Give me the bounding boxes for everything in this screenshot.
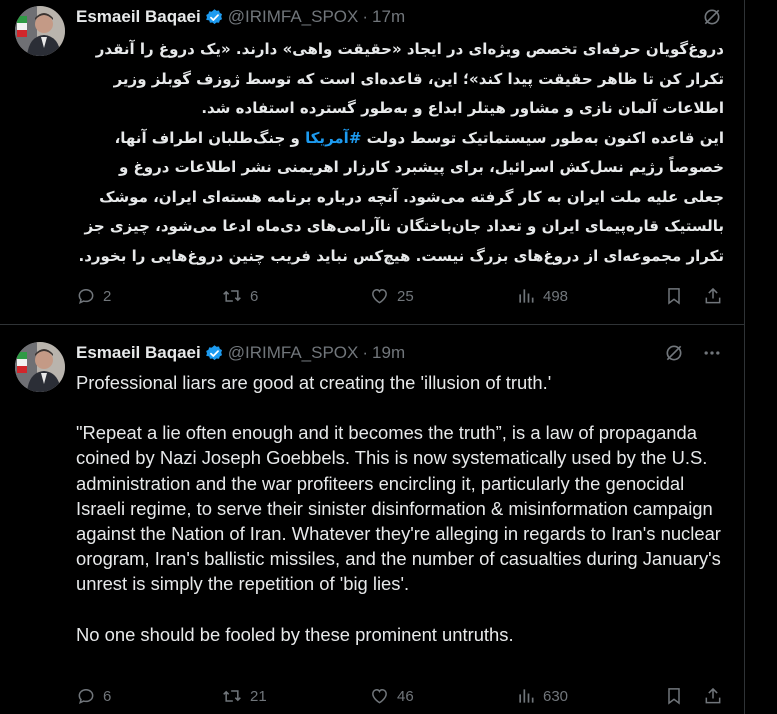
like-count: 46	[397, 687, 414, 705]
bookmark-icon	[668, 688, 680, 705]
views-button[interactable]: 498	[516, 284, 568, 308]
tweet-top-actions	[702, 6, 722, 28]
tweet-header: Esmaeil Baqaei @IRIMFA_SPOX · 19m	[76, 342, 405, 364]
avatar[interactable]	[15, 6, 65, 56]
verified-badge-icon	[205, 344, 224, 363]
author-handle[interactable]: @IRIMFA_SPOX	[228, 7, 359, 27]
paragraph-text: و جنگ‌طلبان اطراف آنها، خصوصاً رژیم نسل‌…	[78, 128, 725, 265]
separator-dot: ·	[362, 7, 369, 26]
tweet-text: دروغ‌گویان حرفه‌ای تخصص ویژه‌ای در ایجاد…	[76, 35, 725, 272]
reply-icon	[78, 688, 94, 705]
tweet-paragraph: Professional liars are good at creating …	[76, 372, 552, 393]
reply-count: 6	[103, 687, 112, 705]
share-button[interactable]	[703, 284, 723, 308]
heart-icon	[372, 288, 387, 304]
author-name[interactable]: Esmaeil Baqaei	[76, 7, 201, 27]
bookmark-icon	[668, 288, 680, 305]
grok-icon[interactable]	[664, 343, 684, 363]
heart-icon	[372, 688, 387, 704]
avatar[interactable]	[15, 342, 65, 392]
hashtag-link[interactable]: #آمریکا	[305, 129, 361, 147]
bookmark-button[interactable]	[664, 284, 684, 308]
repost-icon	[223, 290, 241, 302]
share-button[interactable]	[703, 684, 723, 708]
tweet-paragraph: "Repeat a lie often enough and it become…	[76, 422, 721, 595]
tweet-header: Esmaeil Baqaei @IRIMFA_SPOX · 17m	[76, 6, 405, 28]
timeline-feed: Esmaeil Baqaei @IRIMFA_SPOX · 17m دروغ‌گ…	[0, 0, 745, 714]
verified-badge-icon	[205, 8, 224, 27]
tweet[interactable]: Esmaeil Baqaei @IRIMFA_SPOX · 19m Profes…	[0, 326, 744, 714]
views-count: 498	[543, 287, 569, 305]
separator-dot: ·	[362, 343, 369, 362]
grok-icon[interactable]	[702, 7, 722, 27]
tweet-action-bar: 6 21 46 630	[76, 684, 726, 708]
tweet-text: Professional liars are good at creating …	[76, 370, 736, 647]
views-count: 630	[543, 687, 569, 705]
paragraph-text: این قاعده اکنون به‌طور سیستماتیک توسط دو…	[361, 128, 724, 147]
author-name[interactable]: Esmaeil Baqaei	[76, 343, 201, 363]
like-count: 25	[397, 287, 414, 305]
tweet-paragraph: No one should be fooled by these promine…	[76, 623, 514, 645]
views-button[interactable]: 630	[516, 684, 568, 708]
like-button[interactable]: 46	[369, 684, 414, 708]
tweet-action-bar: 2 6 25 498	[76, 284, 726, 308]
reply-button[interactable]: 2	[76, 284, 111, 308]
reply-count: 2	[103, 287, 112, 305]
author-handle[interactable]: @IRIMFA_SPOX	[228, 343, 359, 363]
repost-icon	[223, 690, 241, 702]
like-button[interactable]: 25	[369, 284, 414, 308]
reply-icon	[78, 288, 94, 305]
views-icon	[519, 289, 534, 303]
bookmark-button[interactable]	[664, 684, 684, 708]
share-icon	[705, 287, 721, 304]
reply-button[interactable]: 6	[76, 684, 111, 708]
more-options-icon[interactable]	[702, 343, 722, 363]
share-icon	[705, 687, 721, 704]
timestamp[interactable]: 17m	[372, 7, 405, 27]
views-icon	[519, 689, 534, 703]
timestamp[interactable]: 19m	[372, 343, 405, 363]
repost-button[interactable]: 6	[221, 284, 258, 308]
tweet[interactable]: Esmaeil Baqaei @IRIMFA_SPOX · 17m دروغ‌گ…	[0, 0, 744, 325]
repost-button[interactable]: 21	[221, 684, 267, 708]
tweet-paragraph: این قاعده اکنون به‌طور سیستماتیک توسط دو…	[76, 124, 725, 272]
tweet-paragraph: دروغ‌گویان حرفه‌ای تخصص ویژه‌ای در ایجاد…	[95, 40, 724, 117]
tweet-top-actions	[664, 342, 722, 364]
repost-count: 6	[250, 287, 259, 305]
repost-count: 21	[250, 687, 267, 705]
